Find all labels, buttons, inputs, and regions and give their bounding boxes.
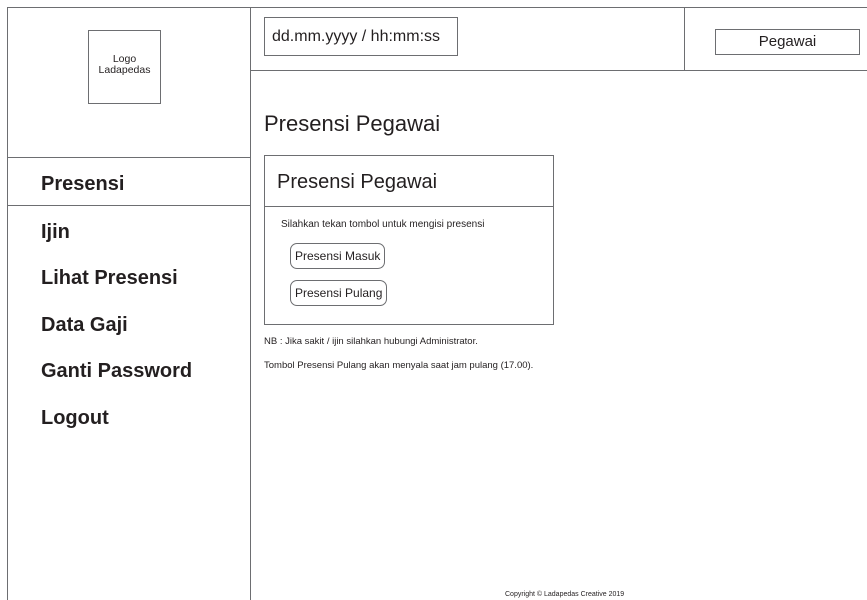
header-divider (684, 7, 685, 70)
header: dd.mm.yyyy / hh:mm:ss Pegawai (251, 7, 867, 71)
sidebar: Logo Ladapedas Presensi Ijin Lihat Prese… (7, 7, 251, 600)
logo-line-2: Ladapedas (98, 64, 151, 76)
sidebar-item-lihat-presensi[interactable]: Lihat Presensi (41, 267, 178, 290)
sidebar-item-data-gaji[interactable]: Data Gaji (41, 314, 128, 337)
presensi-card: Presensi Pegawai Silahkan tekan tombol u… (264, 155, 554, 325)
card-title: Presensi Pegawai (277, 171, 438, 193)
sidebar-item-ijin[interactable]: Ijin (41, 221, 70, 244)
presensi-masuk-button[interactable]: Presensi Masuk (290, 243, 386, 269)
user-role-button[interactable]: Pegawai (715, 29, 860, 55)
sidebar-divider (7, 157, 250, 158)
sidebar-item-ganti-password[interactable]: Ganti Password (41, 360, 192, 383)
note-pulang-time: Tombol Presensi Pulang akan menyala saat… (264, 360, 534, 371)
logo: Logo Ladapedas (88, 30, 161, 104)
card-instruction: Silahkan tekan tombol untuk mengisi pres… (281, 219, 485, 230)
sidebar-item-presensi[interactable]: Presensi (41, 173, 124, 196)
card-divider (265, 206, 553, 207)
footer-copyright: Copyright © Ladapedas Creative 2019 (505, 591, 625, 598)
note-sick-leave: NB : Jika sakit / ijin silahkan hubungi … (264, 336, 478, 347)
presensi-pulang-button[interactable]: Presensi Pulang (290, 280, 388, 306)
sidebar-divider (7, 205, 250, 206)
datetime-display: dd.mm.yyyy / hh:mm:ss (264, 17, 458, 56)
sidebar-item-logout[interactable]: Logout (41, 407, 109, 430)
page-title: Presensi Pegawai (264, 111, 441, 136)
